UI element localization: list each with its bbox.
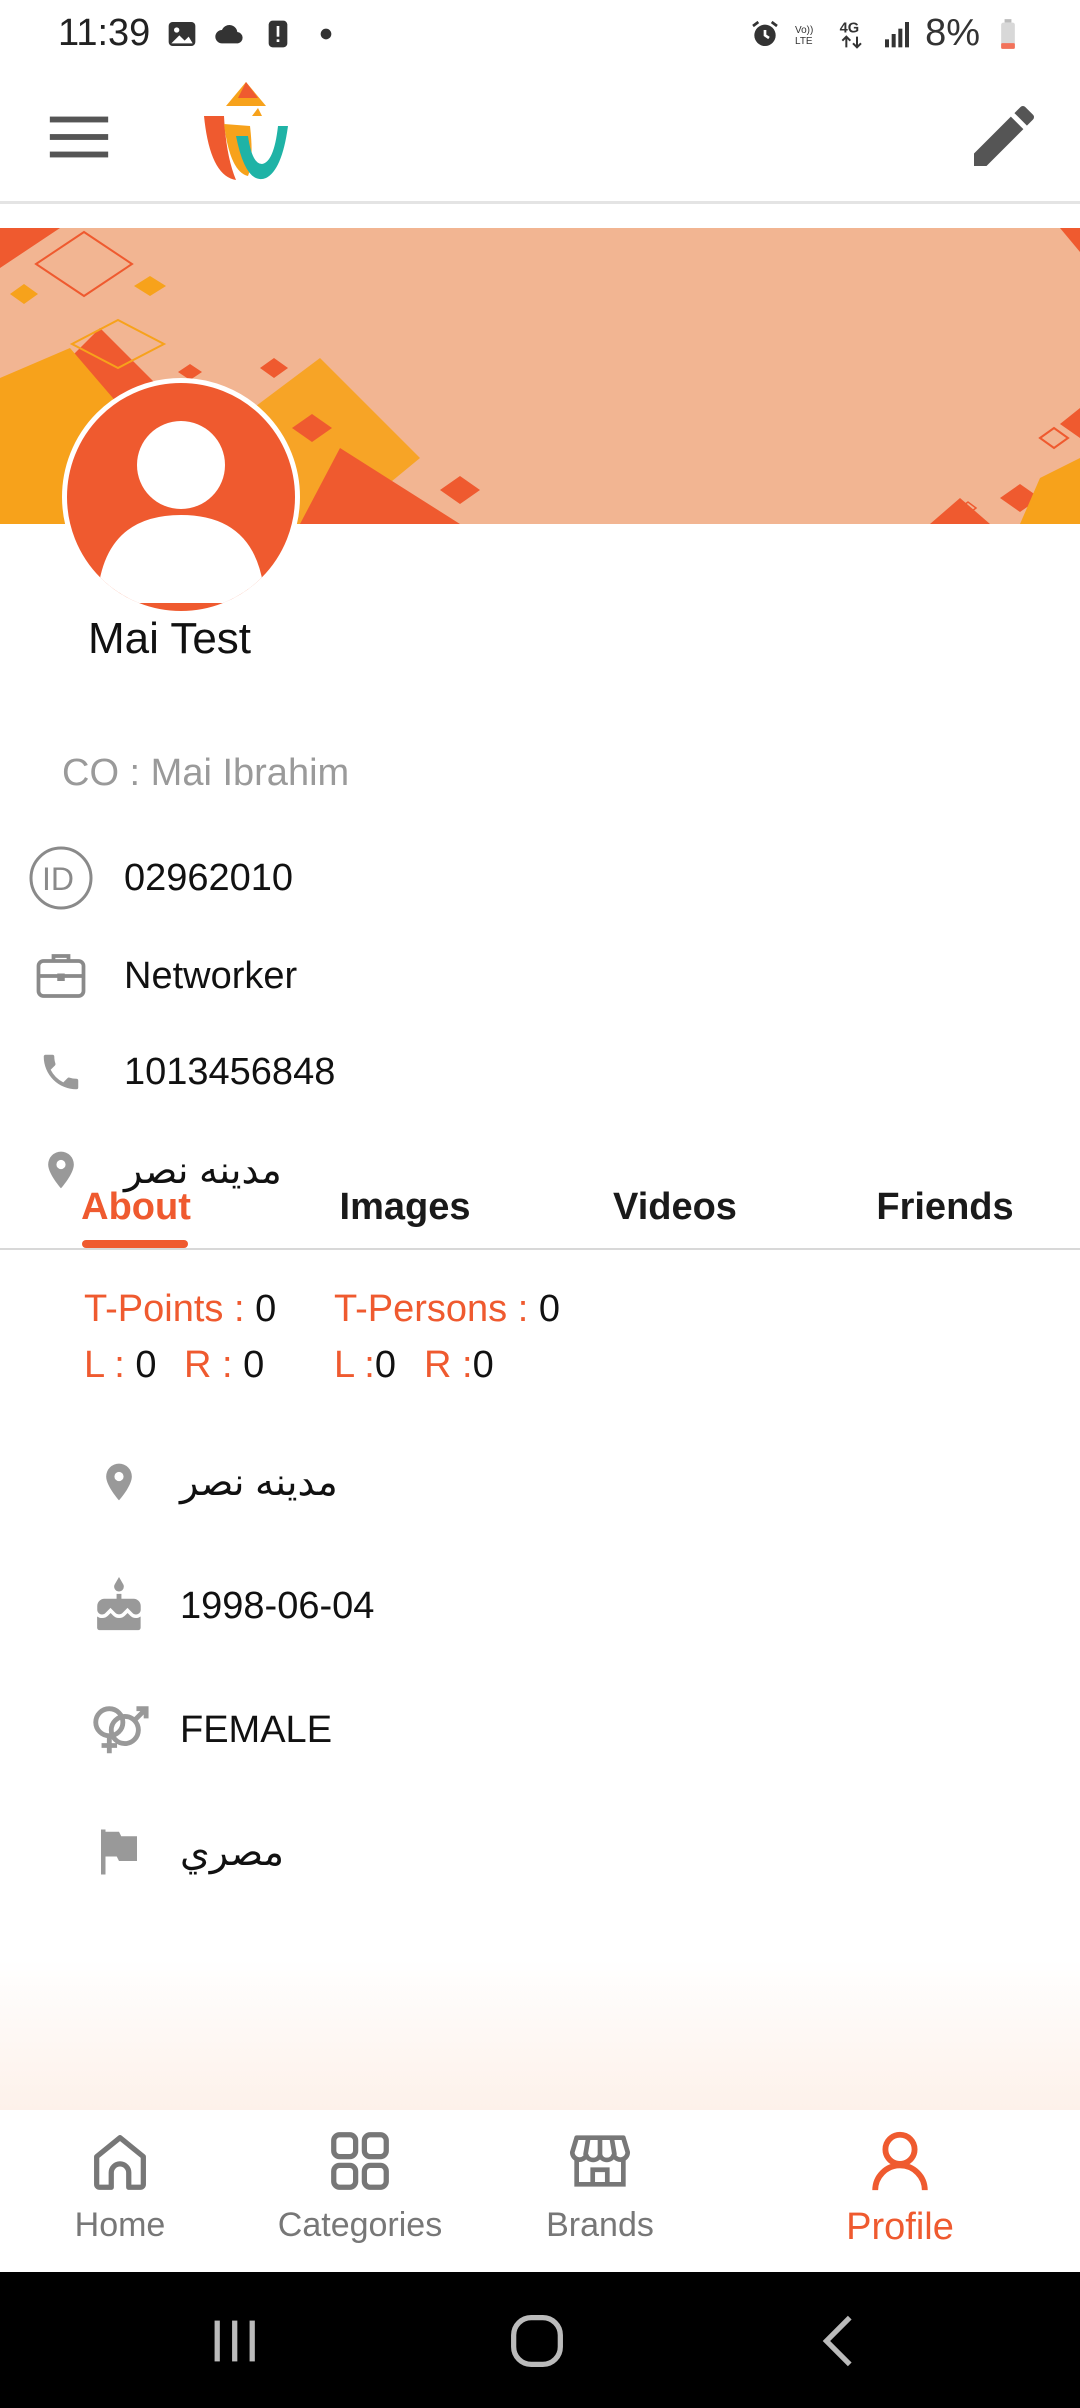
left-l-value: 0	[135, 1344, 157, 1386]
tab-about[interactable]: About	[56, 1186, 216, 1248]
status-time: 11:39	[58, 12, 151, 54]
dot-icon	[320, 28, 332, 40]
nav-home-label: Home	[74, 2206, 166, 2244]
nav-profile-label: Profile	[846, 2206, 954, 2248]
t-points-label: T-Points :	[84, 1288, 256, 1330]
nav-categories[interactable]: Categories	[250, 2126, 470, 2266]
birthday-cake-icon	[84, 1571, 154, 1641]
right-l-label: L :	[334, 1344, 375, 1386]
nav-home[interactable]: Home	[10, 2126, 230, 2266]
nav-brands[interactable]: Brands	[490, 2126, 710, 2266]
about-gender-row: FEMALE	[84, 1690, 984, 1770]
recent-apps-icon[interactable]	[200, 2306, 270, 2376]
hamburger-menu-icon[interactable]	[44, 102, 114, 172]
status-bar: 11:39 Vo)) LTE 4G 8%	[0, 0, 1080, 70]
right-r-value: 0	[472, 1344, 494, 1386]
points-left-l: L : 0	[84, 1344, 157, 1387]
t-persons-value: 0	[538, 1288, 560, 1330]
person-placeholder-icon	[97, 421, 265, 603]
avatar[interactable]	[62, 378, 300, 616]
right-r-label: R :	[424, 1344, 473, 1386]
svg-text:ID: ID	[42, 861, 74, 897]
cloud-icon	[215, 25, 243, 44]
points-left-r: R : 0	[184, 1344, 264, 1387]
job-row: Networker	[26, 936, 1026, 1016]
co-line: CO : Mai Ibrahim	[62, 752, 350, 794]
alert-icon	[268, 20, 288, 48]
left-r-value: 0	[243, 1344, 265, 1386]
home-button-icon[interactable]	[502, 2306, 572, 2376]
phone-number: 1013456848	[124, 1050, 336, 1093]
briefcase-icon	[26, 941, 96, 1011]
about-nationality: مصري	[180, 1831, 285, 1874]
profile-name: Mai Test	[88, 614, 252, 663]
person-icon	[872, 2131, 928, 2191]
home-icon	[94, 2135, 146, 2190]
bottom-nav: Home Categories Brands Profile	[0, 2110, 1080, 2272]
phone-row: 1013456848	[26, 1032, 1026, 1112]
about-birthdate-row: 1998-06-04	[84, 1566, 984, 1646]
t-points-value: 0	[255, 1288, 277, 1330]
tab-videos[interactable]: Videos	[590, 1186, 760, 1248]
volte-icon: Vo))LTE	[795, 25, 813, 47]
points-right-r: R :0	[424, 1344, 494, 1387]
4g-icon: 4G	[840, 20, 862, 49]
app-bar	[0, 70, 1080, 204]
app-logo[interactable]	[196, 76, 296, 190]
left-r-label: R :	[184, 1344, 244, 1386]
location-pin-icon	[84, 1447, 154, 1517]
back-icon[interactable]	[806, 2306, 876, 2376]
tab-indicator	[82, 1240, 188, 1248]
left-l-label: L :	[84, 1344, 136, 1386]
id-icon: ID	[26, 843, 96, 913]
job-title: Networker	[124, 954, 298, 997]
t-persons-label: T-Persons :	[334, 1288, 539, 1330]
battery-icon	[1001, 18, 1015, 49]
right-l-value: 0	[374, 1344, 396, 1386]
alarm-icon	[752, 20, 778, 46]
system-nav-bar	[0, 2272, 1080, 2408]
points-right-l: L :0	[334, 1344, 396, 1387]
about-birthdate: 1998-06-04	[180, 1584, 375, 1627]
t-points: T-Points : 0	[84, 1288, 276, 1331]
battery-percent: 8%	[925, 12, 980, 54]
nav-profile[interactable]: Profile	[790, 2126, 1010, 2266]
svg-text:Vo)): Vo))	[795, 25, 813, 36]
id-row: ID 02962010	[26, 838, 1026, 918]
signal-icon	[885, 21, 910, 47]
content-fade	[0, 1960, 1080, 2110]
categories-grid-icon	[331, 2132, 389, 2190]
gender-icon	[84, 1695, 154, 1765]
tab-friends[interactable]: Friends	[860, 1186, 1030, 1248]
svg-text:4G: 4G	[840, 20, 860, 36]
store-icon	[569, 2135, 631, 2187]
tab-images[interactable]: Images	[320, 1186, 490, 1248]
svg-text:LTE: LTE	[795, 36, 813, 47]
t-persons: T-Persons : 0	[334, 1288, 560, 1331]
about-location: مدينه نصر	[180, 1461, 338, 1504]
nav-categories-label: Categories	[277, 2206, 443, 2244]
pencil-edit-icon[interactable]	[964, 96, 1044, 176]
about-nationality-row: مصري	[84, 1812, 984, 1892]
phone-icon	[26, 1037, 96, 1107]
about-gender: FEMALE	[180, 1708, 333, 1751]
about-location-row: مدينه نصر	[84, 1442, 984, 1522]
member-id: 02962010	[124, 856, 294, 899]
profile-tabs: About Images Videos Friends	[0, 1186, 1080, 1250]
nav-brands-label: Brands	[546, 2206, 654, 2244]
flag-icon	[84, 1817, 154, 1887]
image-icon	[168, 22, 196, 46]
